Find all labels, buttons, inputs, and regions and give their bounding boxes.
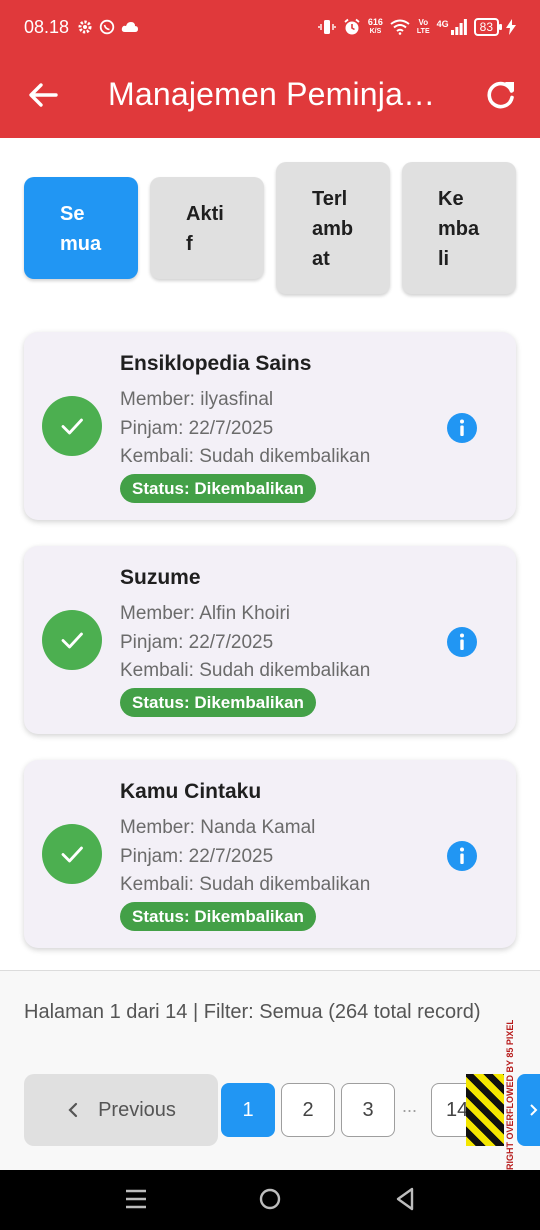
previous-button[interactable]: Previous	[24, 1074, 218, 1146]
battery-indicator: 83	[473, 18, 503, 36]
previous-label: Previous	[98, 1098, 176, 1121]
app-bar: Manajemen Peminjaman	[0, 54, 540, 138]
net-speed: 616 K/S	[368, 17, 383, 37]
pagination-summary: Halaman 1 dari 14 | Filter: Semua (264 t…	[24, 1001, 481, 1023]
filter-semua-label: Se mua	[60, 203, 102, 255]
refresh-icon[interactable]	[484, 78, 518, 112]
borrow-date: Pinjam: 22/7/2025	[120, 846, 274, 867]
network-type-label: 4G	[436, 19, 449, 29]
filter-aktif-button[interactable]: Akti f	[150, 177, 264, 279]
status-badge: Status: Dikembalikan	[120, 474, 316, 503]
next-button[interactable]	[517, 1074, 540, 1146]
page-3-button[interactable]: 3	[341, 1083, 395, 1137]
pagination-ellipsis: ...	[402, 1096, 418, 1116]
wifi-icon	[390, 19, 410, 35]
status-bar: 08.18 616 K/S Vo LTE 4G 83	[0, 0, 540, 54]
info-icon[interactable]	[446, 626, 478, 658]
filter-terlambat-label: Terl amb at	[312, 188, 354, 270]
chevron-right-icon	[530, 1104, 538, 1116]
loan-card[interactable]: Kamu Cintaku Member: Nanda Kamal Pinjam:…	[24, 760, 516, 948]
cloud-icon	[121, 22, 139, 32]
volte-top: Vo	[418, 18, 429, 27]
page-2-button[interactable]: 2	[281, 1083, 335, 1137]
recent-apps-icon[interactable]	[124, 1186, 148, 1212]
info-icon[interactable]	[446, 840, 478, 872]
filter-aktif-label: Akti f	[186, 203, 224, 255]
borrow-date: Pinjam: 22/7/2025	[120, 418, 274, 439]
charging-icon	[506, 19, 516, 35]
returned-check-icon	[42, 824, 102, 884]
return-info: Kembali: Sudah dikembalikan	[120, 874, 371, 895]
return-info: Kembali: Sudah dikembalikan	[120, 660, 371, 681]
chevron-left-icon	[68, 1102, 78, 1118]
status-right-icons: 616 K/S Vo LTE 4G 83	[318, 17, 516, 37]
status-badge: Status: Dikembalikan	[120, 902, 316, 931]
status-left-icons	[77, 19, 139, 35]
page-1-button[interactable]: 1	[221, 1083, 275, 1137]
status-badge: Status: Dikembalikan	[120, 688, 316, 717]
home-icon[interactable]	[258, 1186, 282, 1212]
signal-icon	[450, 19, 467, 35]
volte-bottom: LTE	[416, 28, 430, 35]
loan-card[interactable]: Suzume Member: Alfin Khoiri Pinjam: 22/7…	[24, 546, 516, 734]
return-info: Kembali: Sudah dikembalikan	[120, 446, 371, 467]
info-icon[interactable]	[446, 412, 478, 444]
member-name: Member: Alfin Khoiri	[120, 603, 291, 624]
system-nav-bar	[0, 1170, 540, 1230]
vibrate-icon	[318, 20, 336, 34]
filter-kembali-button[interactable]: Ke mba li	[402, 162, 516, 294]
net-speed-value: 616	[367, 17, 383, 27]
returned-check-icon	[42, 610, 102, 670]
filter-terlambat-button[interactable]: Terl amb at	[276, 162, 390, 294]
arrow-left-icon[interactable]	[26, 78, 60, 112]
member-name: Member: Nanda Kamal	[120, 817, 316, 838]
book-title: Ensiklopedia Sains	[120, 352, 312, 375]
book-title: Suzume	[120, 566, 201, 589]
whatsapp-icon	[99, 19, 115, 35]
alarm-icon	[344, 18, 360, 35]
loan-card[interactable]: Ensiklopedia Sains Member: ilyasfinal Pi…	[24, 332, 516, 520]
status-time: 08.18	[24, 16, 70, 37]
back-nav-icon[interactable]	[394, 1186, 416, 1212]
overflow-warning-label: RIGHT OVERFLOWED BY 85 PIXELS	[505, 1020, 515, 1170]
filter-kembali-label: Ke mba li	[438, 188, 480, 270]
filter-semua-button[interactable]: Se mua	[24, 177, 138, 279]
borrow-date: Pinjam: 22/7/2025	[120, 632, 274, 653]
network-type: 4G	[437, 19, 467, 35]
member-name: Member: ilyasfinal	[120, 389, 274, 410]
gear-icon	[78, 20, 92, 34]
net-speed-unit: K/S	[369, 28, 382, 35]
overflow-warning-stripe	[466, 1074, 504, 1146]
page-title: Manajemen Peminjaman	[108, 76, 438, 112]
book-title: Kamu Cintaku	[120, 780, 262, 803]
returned-check-icon	[42, 396, 102, 456]
volte-label: Vo LTE	[417, 18, 430, 36]
